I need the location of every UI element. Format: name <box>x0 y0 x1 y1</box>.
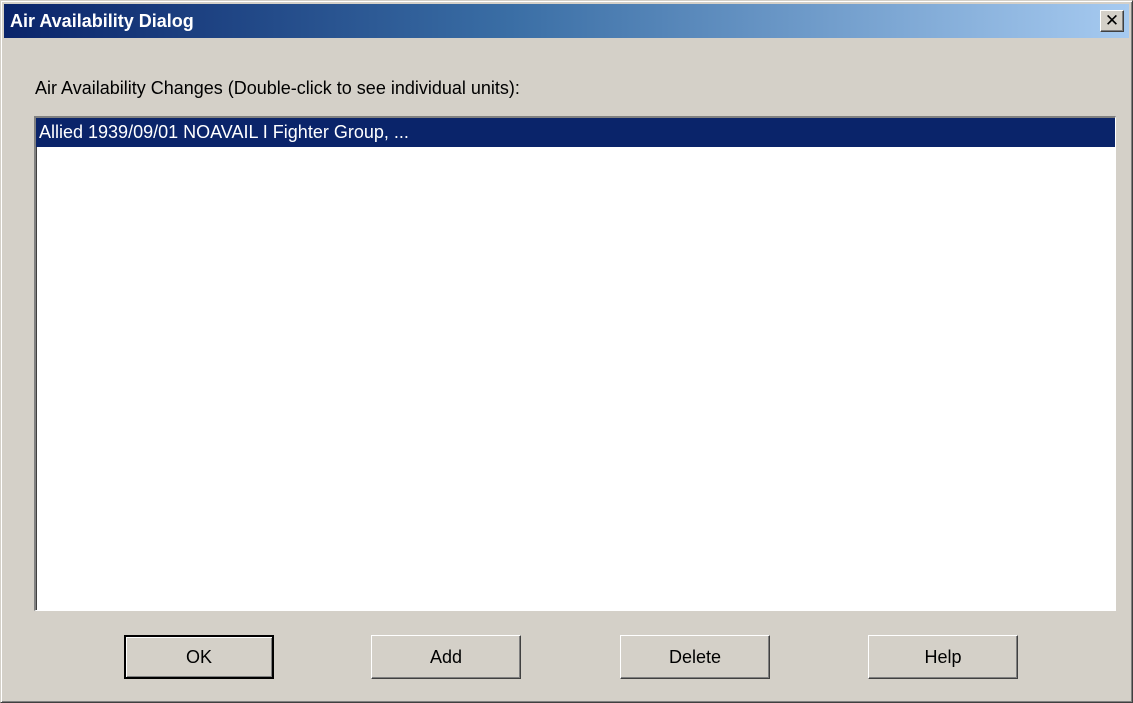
title-bar[interactable]: Air Availability Dialog ✕ <box>4 4 1129 38</box>
list-item[interactable]: Allied 1939/09/01 NOAVAIL I Fighter Grou… <box>36 118 1115 147</box>
help-button[interactable]: Help <box>868 635 1018 679</box>
ok-button[interactable]: OK <box>124 635 274 679</box>
window-title: Air Availability Dialog <box>10 11 194 31</box>
close-button[interactable]: ✕ <box>1100 10 1124 32</box>
air-availability-dialog: Air Availability Dialog ✕ Air Availabili… <box>0 0 1133 703</box>
close-icon: ✕ <box>1104 11 1120 31</box>
delete-button[interactable]: Delete <box>620 635 770 679</box>
air-availability-list[interactable]: Allied 1939/09/01 NOAVAIL I Fighter Grou… <box>34 116 1116 611</box>
list-label: Air Availability Changes (Double-click t… <box>35 78 520 98</box>
add-button[interactable]: Add <box>371 635 521 679</box>
